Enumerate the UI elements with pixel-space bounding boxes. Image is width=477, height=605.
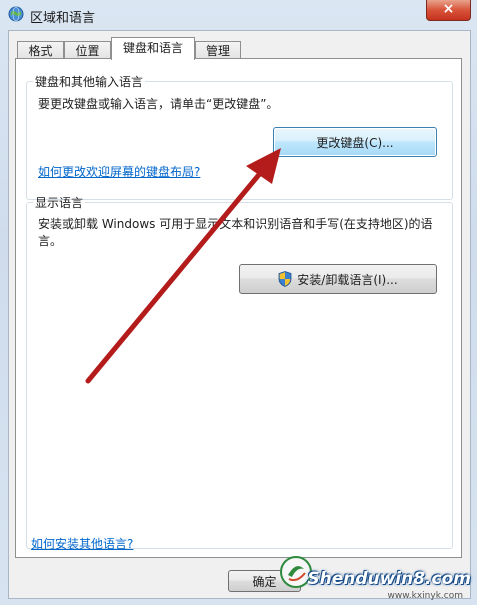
window-title: 区域和语言: [30, 11, 96, 26]
tab-administrative[interactable]: 管理: [195, 41, 241, 59]
tab-formats[interactable]: 格式: [17, 41, 64, 59]
watermark-url: www.kxinyk.com: [387, 591, 463, 601]
watermark: Shenduwin8.com www.kxinyk.com: [271, 547, 471, 601]
keyboard-group-legend: 键盘和其他输入语言: [35, 75, 144, 89]
dialog-client-area: 格式 位置 键盘和语言 管理 键盘和其他输入语言 要更改键盘或输入语言，请单击“…: [8, 30, 471, 599]
install-languages-label: 安装/卸载语言(I)...: [297, 272, 398, 287]
tab-keyboards-languages[interactable]: 键盘和语言: [111, 37, 195, 60]
uac-shield-icon: [278, 271, 292, 287]
watermark-brand: Shenduwin8.com: [307, 569, 471, 589]
dialog-window: 区域和语言 × 格式 位置 键盘和语言 管理 键盘和其他输入语言 要更改键盘或输…: [0, 0, 477, 605]
globe-icon: [8, 6, 24, 22]
keyboard-layout-help-link[interactable]: 如何更改欢迎屏幕的键盘布局?: [38, 163, 200, 180]
close-button[interactable]: ×: [426, 0, 471, 21]
tab-panel: 键盘和其他输入语言 要更改键盘或输入语言，请单击“更改键盘”。 更改键盘(C).…: [15, 58, 462, 558]
install-other-languages-link[interactable]: 如何安装其他语言?: [31, 535, 133, 552]
keyboard-description: 要更改键盘或输入语言，请单击“更改键盘”。: [38, 97, 279, 111]
display-language-legend: 显示语言: [35, 196, 84, 210]
change-keyboard-button[interactable]: 更改键盘(C)...: [273, 127, 437, 157]
display-language-description: 安装或卸载 Windows 可用于显示文本和识别语音和手写(在支持地区)的语言。: [38, 217, 433, 248]
install-uninstall-languages-button[interactable]: 安装/卸载语言(I)...: [239, 264, 437, 294]
tab-location[interactable]: 位置: [64, 41, 111, 59]
title-bar[interactable]: 区域和语言 ×: [0, 0, 477, 30]
